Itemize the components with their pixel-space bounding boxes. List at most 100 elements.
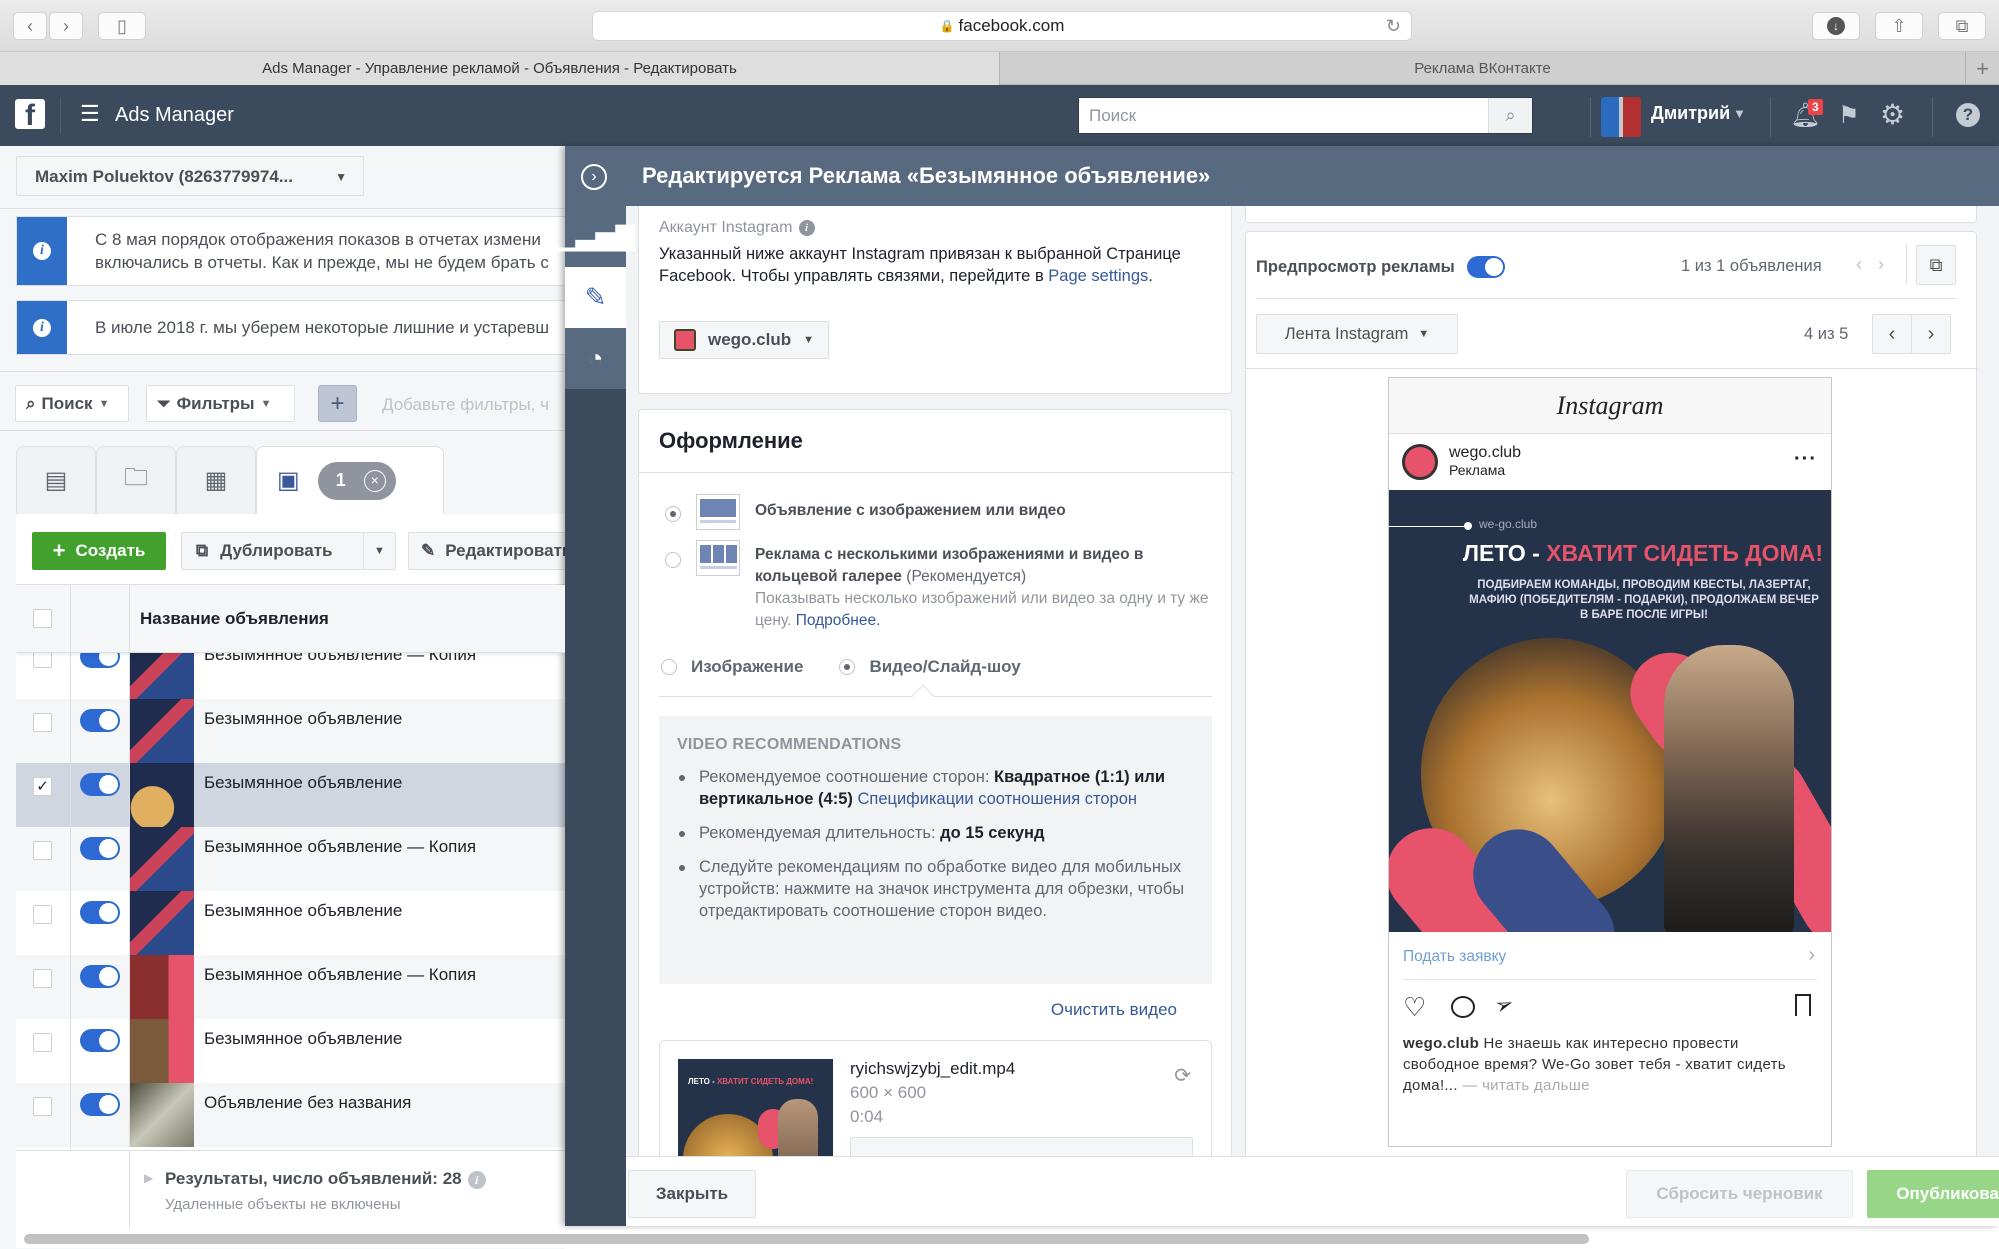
clear-selection-icon[interactable]: ×: [363, 469, 386, 492]
row-checkbox[interactable]: ✓: [33, 777, 52, 796]
share-send-icon[interactable]: ➢: [1491, 990, 1517, 1021]
table-row[interactable]: Безымянное объявление: [16, 1019, 565, 1083]
forward-button[interactable]: ›: [49, 12, 83, 40]
next-ad-icon[interactable]: ›: [1878, 254, 1884, 275]
tab-ads[interactable]: ▣ 1 ×: [256, 446, 444, 514]
replace-video-icon[interactable]: ⟳: [1174, 1063, 1191, 1088]
row-checkbox[interactable]: [33, 969, 52, 988]
row-checkbox[interactable]: [33, 1033, 52, 1052]
table-row[interactable]: Безымянное объявление: [16, 699, 565, 763]
column-header-ad-name[interactable]: Название объявления: [140, 609, 329, 629]
info-icon[interactable]: i: [467, 1171, 486, 1189]
edit-button[interactable]: ✎ Редактировать: [408, 532, 578, 570]
close-button[interactable]: Закрыть: [628, 1170, 756, 1218]
account-selector[interactable]: Maxim Poluektov (8263779974... ▼: [16, 156, 364, 196]
page-settings-link[interactable]: Page settings: [1048, 267, 1148, 285]
table-row[interactable]: ✓ Безымянное объявление: [16, 763, 565, 827]
caption-username[interactable]: wego.club: [1403, 1035, 1479, 1052]
open-preview-external-button[interactable]: ⧉: [1916, 245, 1956, 285]
filter-input-placeholder[interactable]: Добавьте фильтры, ч: [382, 395, 549, 415]
tabs-overview-button[interactable]: ⧉: [1938, 12, 1986, 40]
rail-stats-button[interactable]: ▁▃▅▇: [556, 206, 636, 267]
ad-status-toggle[interactable]: [80, 1093, 120, 1116]
video-thumbnail[interactable]: ЛЕТО - ХВАТИТ СИДЕТЬ ДОМА!: [678, 1059, 833, 1156]
more-options-icon[interactable]: ···: [1794, 448, 1817, 471]
ad-name[interactable]: Безымянное объявление: [204, 901, 402, 921]
like-heart-icon[interactable]: ♡: [1403, 992, 1426, 1023]
table-row[interactable]: Безымянное объявление: [16, 891, 565, 955]
instagram-account-selector[interactable]: wego.club ▼: [659, 321, 830, 359]
publish-button[interactable]: Опубликовать: [1867, 1170, 1999, 1218]
prev-placement-button[interactable]: ‹: [1872, 314, 1912, 354]
ad-name[interactable]: Безымянное объявление: [204, 709, 402, 729]
horizontal-scrollbar[interactable]: [16, 1228, 1589, 1248]
tab-campaigns[interactable]: ▤: [16, 446, 96, 514]
ad-status-toggle[interactable]: [80, 965, 120, 988]
next-placement-button[interactable]: ›: [1911, 314, 1951, 354]
media-image-label[interactable]: Изображение: [691, 656, 803, 678]
browser-tab-vk-ads[interactable]: Реклама ВКонтакте: [1000, 52, 1965, 85]
media-video-radio[interactable]: [839, 659, 856, 675]
duplicate-button[interactable]: ⧉ Дублировать ▼: [181, 532, 396, 570]
sidebar-toggle-button[interactable]: ▯: [98, 12, 146, 40]
cta-link[interactable]: Подать заявку: [1403, 948, 1506, 966]
placement-dropdown[interactable]: Лента Instagram ▼: [1256, 314, 1458, 354]
browser-tab-ads-manager[interactable]: Ads Manager - Управление рекламой - Объя…: [0, 52, 1000, 85]
ad-status-toggle[interactable]: [80, 837, 120, 860]
search-dropdown[interactable]: ⌕ Поиск ▼: [15, 385, 129, 422]
tab-ad-sets[interactable]: 🗀: [96, 446, 176, 514]
avatar[interactable]: [1601, 97, 1641, 137]
downloads-button[interactable]: ↓: [1812, 12, 1860, 40]
address-bar[interactable]: 🔒 facebook.com ↻: [592, 11, 1412, 41]
help-icon[interactable]: ?: [1956, 103, 1980, 127]
facebook-logo-icon[interactable]: f: [15, 99, 45, 129]
reload-icon[interactable]: ↻: [1386, 16, 1401, 37]
expand-triangle-icon[interactable]: ▶: [144, 1171, 153, 1185]
flag-icon[interactable]: ⚑: [1838, 101, 1860, 130]
chevron-right-icon[interactable]: ›: [1808, 944, 1815, 967]
table-row[interactable]: Безымянное объявление — Копия: [16, 827, 565, 891]
reset-draft-button[interactable]: Сбросить черновик: [1626, 1170, 1853, 1218]
ad-name[interactable]: Объявление без названия: [204, 1093, 411, 1113]
search-button[interactable]: ⌕: [1488, 98, 1532, 133]
ad-name[interactable]: Безымянное объявление: [204, 1029, 402, 1049]
caret-down-icon[interactable]: ▼: [1733, 106, 1746, 121]
format-carousel-option[interactable]: Реклама с несколькими изображениями и ви…: [755, 544, 1215, 632]
prev-ad-icon[interactable]: ‹: [1856, 254, 1862, 275]
collapse-panel-icon[interactable]: ›: [581, 164, 607, 190]
add-filter-button[interactable]: +: [318, 385, 357, 422]
ad-name[interactable]: Безымянное объявление — Копия: [204, 965, 476, 985]
media-video-label[interactable]: Видео/Слайд-шоу: [869, 656, 1020, 678]
format-carousel-radio[interactable]: [665, 552, 681, 568]
clear-video-link[interactable]: Очистить видео: [1051, 1000, 1177, 1020]
format-single-radio[interactable]: [665, 506, 681, 522]
row-checkbox[interactable]: [33, 713, 52, 732]
table-row[interactable]: Объявление без названия: [16, 1083, 565, 1147]
video-options-button[interactable]: [850, 1137, 1193, 1156]
share-button[interactable]: ⇧: [1875, 12, 1923, 40]
aspect-ratio-specs-link[interactable]: Спецификации соотношения сторон: [857, 790, 1137, 808]
back-button[interactable]: ‹: [13, 12, 47, 40]
rail-history-button[interactable]: ◔: [565, 328, 626, 389]
menu-icon[interactable]: ☰: [80, 101, 100, 127]
scrollbar-thumb[interactable]: [24, 1234, 1589, 1244]
learn-more-link[interactable]: Подробнее.: [796, 612, 881, 629]
row-checkbox[interactable]: [33, 841, 52, 860]
rail-edit-button[interactable]: ✎: [565, 267, 626, 328]
ad-status-toggle[interactable]: [80, 1029, 120, 1052]
ad-name[interactable]: Безымянное объявление: [204, 773, 402, 793]
user-name[interactable]: Дмитрий: [1651, 103, 1730, 124]
new-tab-button[interactable]: +: [1965, 52, 1999, 85]
create-button[interactable]: + Создать: [32, 532, 166, 570]
ad-name[interactable]: Безымянное объявление — Копия: [204, 837, 476, 857]
tab-grid[interactable]: ▦: [176, 446, 256, 514]
table-row[interactable]: Безымянное объявление — Копия: [16, 955, 565, 1019]
read-more-link[interactable]: — читать дальше: [1458, 1077, 1590, 1094]
row-checkbox[interactable]: [33, 1097, 52, 1116]
bookmark-icon[interactable]: [1795, 994, 1811, 1016]
ad-status-toggle[interactable]: [80, 773, 120, 796]
ad-status-toggle[interactable]: [80, 709, 120, 732]
info-icon[interactable]: i: [798, 219, 815, 236]
select-all-checkbox[interactable]: [33, 609, 52, 628]
media-image-radio[interactable]: [661, 659, 677, 675]
